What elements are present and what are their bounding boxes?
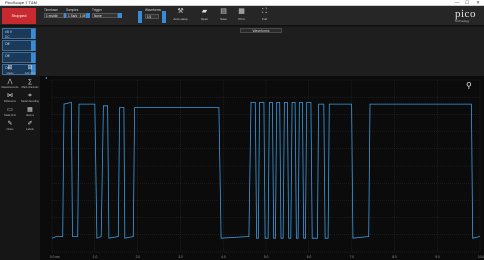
autosetup-button-label: Auto setup	[173, 17, 188, 21]
tool-math-label: Math channels	[21, 86, 39, 89]
tool-mask[interactable]: ▭ Mask limit	[0, 106, 20, 119]
trigger-mode-select[interactable]: None	[92, 13, 118, 18]
logo-subtitle: Technology	[455, 19, 470, 23]
channel-range: ±5 V	[5, 30, 12, 34]
tool-notes-label: Notes	[6, 128, 14, 131]
x-tick-label: 9.0	[435, 255, 440, 259]
tool-more[interactable]: ✐ Labels	[20, 120, 40, 133]
open-button[interactable]: ▰ Open	[196, 7, 213, 24]
wand-icon: ⚒	[177, 8, 184, 15]
channel-spinner[interactable]	[31, 53, 35, 63]
waveform-next-button[interactable]	[162, 11, 166, 23]
tool-more-label: Labels	[26, 128, 34, 131]
pico-logo: pico Technology	[452, 8, 480, 24]
scope-grid	[51, 79, 481, 253]
waveforms-label: Waveforms	[145, 8, 161, 12]
tools-sidebar: ⊞ Views ⊞ Add view ⋀ Measurements ∑ Math channe…	[0, 64, 40, 164]
trigger-label: Trigger	[92, 8, 102, 12]
x-tick-label: 7.0	[350, 255, 355, 259]
x-tick-label: 4.0	[221, 255, 226, 259]
waveforms-group: Waveforms 1/1	[138, 8, 168, 24]
channel-coupling: DC	[5, 34, 10, 39]
alarm-icon: ▦	[27, 107, 33, 113]
folder-icon: ▰	[201, 8, 208, 15]
channel-spinner[interactable]	[31, 41, 35, 51]
x-tick-label: 1.0	[93, 255, 98, 259]
tab-waveforms[interactable]: Waveforms	[240, 28, 282, 33]
scope-view[interactable]: 0.0 ms 1.0 2.0 3.0 4.0 5.0 6.0 7.0 8.0 9.0 10.0 ◂ …	[40, 76, 484, 260]
samples-spinner[interactable]	[86, 13, 90, 18]
tool-mask-label: Mask limit	[4, 114, 16, 117]
mask-icon: ▭	[7, 107, 13, 113]
tool-views-label: Views	[6, 72, 14, 75]
timebase-label: Timebase	[44, 8, 58, 12]
tool-serial[interactable]: ⌗ Serial decoding	[20, 92, 40, 105]
x-tick-label: 0.0 ms	[50, 255, 60, 259]
channel-c-panel[interactable]: Off	[2, 52, 36, 63]
grid-icon: ⊞	[7, 65, 13, 71]
x-tick-label: 8.0	[392, 255, 397, 259]
capture-toolbar: Stopped Timebase 1 ms/div Samples 1 Sa/s…	[0, 6, 484, 26]
samples-group: Samples 1 Sa/s · 1 MS	[66, 8, 90, 24]
axis-ruler-handle: ◂	[45, 76, 47, 80]
tool-views[interactable]: ⊞ Views	[0, 64, 20, 77]
samples-select[interactable]: 1 Sa/s · 1 MS	[66, 13, 86, 18]
add-grid-icon: ⊞	[27, 65, 33, 71]
channel-spinner[interactable]	[31, 29, 35, 39]
pencil-icon: ✎	[7, 121, 13, 127]
timebase-select[interactable]: 1 ms/div	[44, 13, 64, 18]
waveform-prev-button[interactable]	[138, 11, 142, 23]
tool-serial-label: Serial decoding	[21, 100, 39, 103]
tool-measurements[interactable]: ⋀ Measurements	[0, 78, 20, 91]
autosetup-button[interactable]: ⚒ Auto setup	[172, 7, 189, 24]
picoscope-window: PicoScope 7 T&M — ☐ ✕ Stopped Timebase 1…	[0, 0, 484, 260]
tool-reference[interactable]: ⋈ Reference	[0, 92, 20, 105]
stop-button[interactable]: Stopped	[2, 8, 36, 24]
x-tick-label: 10.0	[478, 255, 484, 259]
tool-alarms-label: Alarms	[25, 114, 35, 117]
trigger-group: Trigger None	[92, 8, 124, 24]
channel-range: Off	[5, 54, 10, 58]
save-button-label: Save	[220, 17, 227, 21]
fullscreen-button-label: Full	[262, 17, 267, 21]
x-tick-label: 3.0	[178, 255, 183, 259]
x-axis-ticks: 0.0 ms 1.0 2.0 3.0 4.0 5.0 6.0 7.0 8.0 9.0 10.0	[50, 255, 484, 259]
print-button[interactable]: ▦ Print	[233, 7, 250, 24]
x-tick-label: 6.0	[307, 255, 312, 259]
reference-icon: ⋈	[7, 93, 13, 99]
x-tick-label: 5.0	[264, 255, 269, 259]
waveform-counter: 1/1	[145, 14, 159, 19]
tool-reference-label: Reference	[4, 100, 16, 103]
math-icon: ∑	[27, 79, 33, 85]
tool-add-view-label: Add view	[24, 72, 36, 75]
channel-range: Off	[5, 42, 10, 46]
floppy-icon: ▤	[220, 8, 227, 15]
fullscreen-button[interactable]: ⛶ Full	[256, 7, 273, 24]
channel-b-panel[interactable]: Off	[2, 40, 36, 51]
measure-icon: ⋀	[7, 79, 13, 85]
x-tick-label: 2.0	[136, 255, 141, 259]
samples-label: Samples	[66, 8, 79, 12]
tool-add-view[interactable]: ⊞ Add view	[20, 64, 40, 77]
print-button-label: Print	[238, 17, 245, 21]
scope-plot[interactable]: 0.0 ms 1.0 2.0 3.0 4.0 5.0 6.0 7.0 8.0 9.0 10.0 ◂ …	[40, 76, 484, 260]
serial-icon: ⌗	[28, 93, 32, 99]
trigger-spinner[interactable]	[118, 13, 122, 18]
tool-measurements-label: Measurements	[1, 86, 19, 89]
printer-icon: ▦	[238, 8, 245, 15]
open-button-label: Open	[200, 17, 209, 21]
edit-icon: ✐	[27, 121, 33, 127]
tool-notes[interactable]: ✎ Notes	[0, 120, 20, 133]
tool-alarms[interactable]: ▦ Alarms	[20, 106, 40, 119]
zoom-tool-icon: ⚲	[466, 81, 472, 90]
expand-icon: ⛶	[262, 8, 267, 15]
save-button[interactable]: ▤ Save	[215, 7, 232, 24]
timebase-group: Timebase 1 ms/div	[44, 8, 68, 24]
tool-math[interactable]: ∑ Math channels	[20, 78, 40, 91]
channel-area	[0, 27, 484, 76]
channel-a-panel[interactable]: ±5 V DC	[2, 28, 36, 39]
